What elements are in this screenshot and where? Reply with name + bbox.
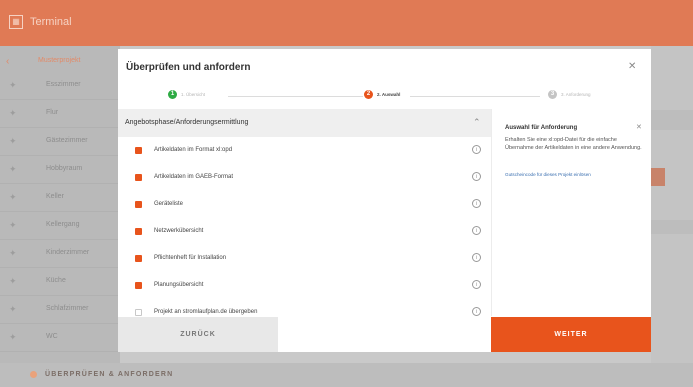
step-selection[interactable]: 2 2. Auswahl — [364, 90, 400, 99]
list-item-label: Artikeldaten im GAEB-Format — [154, 174, 234, 180]
sidebar-item[interactable]: ✦ Kellergang — [0, 212, 120, 240]
app-header: ▦ Terminal — [0, 0, 693, 46]
sidebar-item-label: Esszimmer — [46, 81, 81, 88]
sidebar-item[interactable]: ✦ Kinderzimmer — [0, 240, 120, 268]
room-icon: ✦ — [9, 108, 17, 118]
checkbox[interactable] — [135, 309, 142, 316]
sidebar: ‹ Musterprojekt ✦ Esszimmer ✦ Flur ✦ Gästezim… — [0, 46, 120, 387]
sidebar-item[interactable]: ✦ Esszimmer — [0, 72, 120, 100]
status-dot-icon — [30, 371, 37, 378]
list-item[interactable]: Pflichtenheft für Installation i — [118, 245, 491, 272]
sidebar-item[interactable]: ✦ Schlafzimmer — [0, 296, 120, 324]
sidebar-item[interactable]: ✦ Keller — [0, 184, 120, 212]
info-panel-description: Erhalten Sie eine xl:opd-Datei für die e… — [505, 137, 642, 151]
room-icon: ✦ — [9, 332, 17, 342]
list-item[interactable]: Artikeldaten im GAEB-Format i — [118, 164, 491, 191]
sidebar-item[interactable]: ✦ WC — [0, 324, 120, 352]
review-and-request-label[interactable]: ÜBERPRÜFEN & ANFORDERN — [45, 371, 173, 378]
list-item-label: Planungsübersicht — [154, 282, 204, 288]
list-item-label: Artikeldaten im Format xl:opd — [154, 147, 233, 153]
step-overview[interactable]: 1 1. Übersicht — [168, 90, 205, 99]
checkbox[interactable] — [135, 147, 142, 154]
modal-title: Überprüfen und anfordern — [126, 62, 251, 73]
sidebar-item[interactable]: ✦ Hobbyraum — [0, 156, 120, 184]
section-title: Angebotsphase/Anforderungsermittlung — [125, 119, 249, 126]
sidebar-item-label: Keller — [46, 193, 64, 200]
sidebar-item-label: WC — [46, 333, 58, 340]
info-icon[interactable]: i — [472, 172, 481, 181]
list-item-label: Projekt an stromlaufplan.de übergeben — [154, 309, 258, 315]
checkbox[interactable] — [135, 228, 142, 235]
info-icon[interactable]: i — [472, 307, 481, 316]
sidebar-item-label: Flur — [46, 109, 59, 116]
sidebar-item[interactable]: ✦ Küche — [0, 268, 120, 296]
list-item-label: Geräteliste — [154, 201, 184, 207]
sidebar-item-label: Hobbyraum — [46, 165, 83, 172]
room-icon: ✦ — [9, 220, 17, 230]
close-icon[interactable]: ✕ — [628, 61, 636, 72]
room-icon: ✦ — [9, 276, 17, 286]
section-header[interactable]: Angebotsphase/Anforderungsermittlung ⌃ — [118, 109, 491, 137]
step-number-icon: 2 — [364, 90, 373, 99]
review-modal: Überprüfen und anfordern ✕ 1 1. Übersich… — [118, 49, 651, 352]
step-request[interactable]: 3 3. Anforderung — [548, 90, 591, 99]
sidebar-item[interactable]: ✦ Flur — [0, 100, 120, 128]
room-icon: ✦ — [9, 248, 17, 258]
room-icon: ✦ — [9, 304, 17, 314]
checkbox[interactable] — [135, 201, 142, 208]
next-button-label: WEITER — [554, 331, 588, 338]
list-item[interactable]: Geräteliste i — [118, 191, 491, 218]
sidebar-item-label: Küche — [46, 277, 66, 284]
chevron-up-icon[interactable]: ⌃ — [473, 117, 481, 128]
sidebar-item-label: Kellergang — [46, 221, 80, 228]
review-footer-bar: ÜBERPRÜFEN & ANFORDERN — [0, 363, 693, 387]
room-icon: ✦ — [9, 80, 17, 90]
info-icon[interactable]: i — [472, 253, 481, 262]
sidebar-item-label: Kinderzimmer — [46, 249, 90, 256]
info-panel: Auswahl für Anforderung ✕ Erhalten Sie e… — [491, 109, 651, 316]
list-item[interactable]: Planungsübersicht i — [118, 272, 491, 299]
info-icon[interactable]: i — [472, 145, 481, 154]
sidebar-item-label: Gästezimmer — [46, 137, 88, 144]
info-icon[interactable]: i — [472, 199, 481, 208]
room-icon: ✦ — [9, 192, 17, 202]
stepper: 1 1. Übersicht 2 2. Auswahl 3 3. Anforde… — [118, 86, 651, 106]
back-button[interactable]: ZURÜCK — [118, 317, 278, 352]
step-number-icon: 3 — [548, 90, 557, 99]
back-chevron-icon[interactable]: ‹ — [6, 56, 9, 67]
list-item-label: Pflichtenheft für Installation — [154, 255, 227, 261]
checkbox[interactable] — [135, 174, 142, 181]
checkbox[interactable] — [135, 255, 142, 262]
next-button[interactable]: WEITER — [491, 317, 651, 352]
info-icon[interactable]: i — [472, 226, 481, 235]
checkbox[interactable] — [135, 282, 142, 289]
info-icon[interactable]: i — [472, 280, 481, 289]
room-icon: ✦ — [9, 136, 17, 146]
back-button-label: ZURÜCK — [180, 331, 216, 338]
info-panel-title: Auswahl für Anforderung — [505, 125, 578, 131]
room-icon: ✦ — [9, 164, 17, 174]
sidebar-item[interactable]: ✦ Gästezimmer — [0, 128, 120, 156]
list-item-label: Netzwerkübersicht — [154, 228, 204, 234]
terminal-label[interactable]: Terminal — [30, 16, 72, 28]
step-check-icon: 1 — [168, 90, 177, 99]
info-close-icon[interactable]: ✕ — [636, 123, 642, 131]
voucher-link[interactable]: Gutscheincode für dieses Projekt einlöse… — [505, 172, 591, 177]
background-content — [651, 46, 693, 387]
selection-list[interactable]: Angebotsphase/Anforderungsermittlung ⌃ A… — [118, 109, 491, 316]
project-label[interactable]: Musterprojekt — [38, 57, 80, 64]
terminal-icon[interactable]: ▦ — [9, 15, 23, 29]
list-item[interactable]: Netzwerkübersicht i — [118, 218, 491, 245]
list-item[interactable]: Artikeldaten im Format xl:opd i — [118, 137, 491, 164]
sidebar-item-label: Schlafzimmer — [46, 305, 89, 312]
list-item[interactable]: Projekt an stromlaufplan.de übergeben i — [118, 299, 491, 316]
